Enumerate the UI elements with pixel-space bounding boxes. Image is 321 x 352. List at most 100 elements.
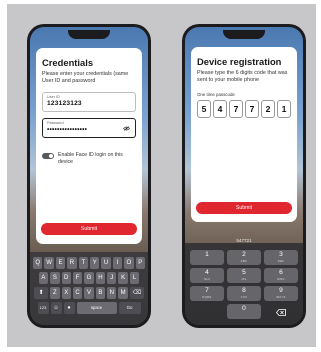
password-value[interactable]: •••••••••••••••• xyxy=(47,126,131,133)
password-label: Password xyxy=(47,120,64,125)
space-key[interactable]: space xyxy=(76,302,117,314)
keypad-letters: DEF xyxy=(277,259,285,263)
otp-digit[interactable]: 5 xyxy=(197,99,211,118)
keypad-key[interactable]: 8 TUV xyxy=(227,286,261,301)
keypad-letters: WXYZ xyxy=(276,295,286,299)
keypad-digit: 9 xyxy=(279,287,283,294)
keypad-blank xyxy=(190,304,224,319)
phone-screen: Device registration Please type the 6 di… xyxy=(185,27,303,325)
key[interactable]: C xyxy=(72,287,83,299)
page-subtitle: Please type the 6 digits code that was s… xyxy=(197,70,288,84)
keypad-digit: 2 xyxy=(242,251,246,258)
key[interactable]: I xyxy=(112,257,123,269)
key[interactable]: N xyxy=(107,287,117,299)
keypad-letters: JKL xyxy=(241,277,247,281)
keypad-key[interactable]: 1 xyxy=(190,250,224,265)
keyboard-row-4: 123 ☺ ● space Go xyxy=(33,302,145,314)
keypad-row: 4 GHI 5 JKL 6 MNO xyxy=(190,268,298,283)
keyboard-row-1: Q W E R T Y U I O P xyxy=(33,257,145,269)
showcase-canvas: Credentials Please enter your credential… xyxy=(7,4,316,347)
key[interactable]: P xyxy=(135,257,145,269)
keyboard-row-3: ⬆ Z X C V B N M ⌫ xyxy=(33,287,145,299)
key[interactable]: K xyxy=(118,272,128,284)
face-id-row: Enable Face ID login on this device xyxy=(42,152,136,166)
user-id-label: User ID xyxy=(47,94,60,99)
key[interactable]: V xyxy=(84,287,94,299)
user-id-value[interactable]: 123123123 xyxy=(47,100,131,107)
phone-notch xyxy=(68,30,110,39)
face-id-toggle[interactable] xyxy=(42,152,54,159)
otp-digit[interactable]: 4 xyxy=(213,99,227,118)
keypad-row: 0 xyxy=(190,304,298,319)
key[interactable]: E xyxy=(55,257,66,269)
keyboard-row-2: A S D F G H J K L xyxy=(33,272,145,284)
keypad-digit: 7 xyxy=(205,287,209,294)
submit-button[interactable]: Submit xyxy=(196,202,292,214)
otp-digit[interactable]: 7 xyxy=(229,99,243,118)
keypad-letters: MNO xyxy=(277,277,285,281)
keypad-digit: 4 xyxy=(205,269,209,276)
registration-card: Device registration Please type the 6 di… xyxy=(191,47,297,222)
shift-key-icon[interactable]: ⬆ xyxy=(34,287,49,299)
keypad-digit: 1 xyxy=(205,251,209,258)
key[interactable]: B xyxy=(95,287,106,299)
key[interactable]: A xyxy=(38,272,49,284)
key[interactable]: Z xyxy=(50,287,60,299)
keypad-key[interactable]: 0 xyxy=(227,304,261,319)
autofill-suggestion[interactable]: 547721 xyxy=(185,238,303,243)
numbers-key[interactable]: 123 xyxy=(37,302,49,314)
otp-digit[interactable]: 2 xyxy=(261,99,275,118)
page-subtitle: Please enter your credentials (same User… xyxy=(42,71,129,85)
go-key[interactable]: Go xyxy=(118,302,141,314)
key[interactable]: W xyxy=(44,257,54,269)
key[interactable]: J xyxy=(107,272,117,284)
keypad-row: 1 2 ABC 3 DEF xyxy=(190,250,298,265)
keypad-key[interactable]: 5 JKL xyxy=(227,268,261,283)
keypad-key[interactable]: 2 ABC xyxy=(227,250,261,265)
keypad-digit: 3 xyxy=(279,251,283,258)
key[interactable]: F xyxy=(72,272,83,284)
keypad-digit: 5 xyxy=(242,269,246,276)
key[interactable]: G xyxy=(84,272,94,284)
key[interactable]: Y xyxy=(90,257,100,269)
page-title: Device registration xyxy=(197,56,282,67)
key[interactable]: X xyxy=(61,287,71,299)
key[interactable]: T xyxy=(78,257,88,269)
face-id-label: Enable Face ID login on this device xyxy=(58,151,123,165)
hide-password-icon[interactable] xyxy=(123,125,130,131)
keypad-letters: TUV xyxy=(240,295,248,299)
emoji-key-icon[interactable]: ☺ xyxy=(50,302,62,314)
otp-digit[interactable]: 7 xyxy=(245,99,259,118)
page-title: Credentials xyxy=(42,57,94,68)
user-id-field[interactable]: User ID 123123123 xyxy=(42,91,136,112)
phone-device-registration: Device registration Please type the 6 di… xyxy=(182,24,306,328)
keypad-key[interactable]: 9 WXYZ xyxy=(264,286,298,301)
keypad-digit: 8 xyxy=(242,287,246,294)
key[interactable]: D xyxy=(61,272,71,284)
otp-digit[interactable]: 1 xyxy=(277,99,291,118)
keypad-digit: 0 xyxy=(242,305,246,312)
key[interactable]: O xyxy=(124,257,134,269)
otp-label: One time passcode xyxy=(197,91,235,97)
keypad-key[interactable]: 7 PQRS xyxy=(190,286,224,301)
key[interactable]: U xyxy=(101,257,111,269)
password-field[interactable]: Password •••••••••••••••• xyxy=(42,117,136,138)
microphone-key-icon[interactable]: ● xyxy=(63,302,75,314)
keypad-key[interactable]: 6 MNO xyxy=(264,268,298,283)
keyboard: Q W E R T Y U I O P A S D F G H J K L ⬆ … xyxy=(30,252,148,325)
otp-input[interactable]: 5 4 7 7 2 1 xyxy=(197,99,291,118)
phone-screen: Credentials Please enter your credential… xyxy=(30,27,148,325)
keypad-key[interactable]: 4 GHI xyxy=(190,268,224,283)
keypad-digit: 6 xyxy=(279,269,283,276)
key[interactable]: Q xyxy=(33,257,43,269)
key[interactable]: R xyxy=(67,257,77,269)
backspace-key-icon[interactable]: ⌫ xyxy=(129,287,144,299)
key[interactable]: S xyxy=(50,272,60,284)
key[interactable]: L xyxy=(129,272,140,284)
key[interactable]: M xyxy=(118,287,128,299)
phone-notch xyxy=(223,30,265,39)
submit-button[interactable]: Submit xyxy=(41,223,137,235)
key[interactable]: H xyxy=(95,272,106,284)
delete-key-icon[interactable] xyxy=(264,304,298,319)
keypad-key[interactable]: 3 DEF xyxy=(264,250,298,265)
